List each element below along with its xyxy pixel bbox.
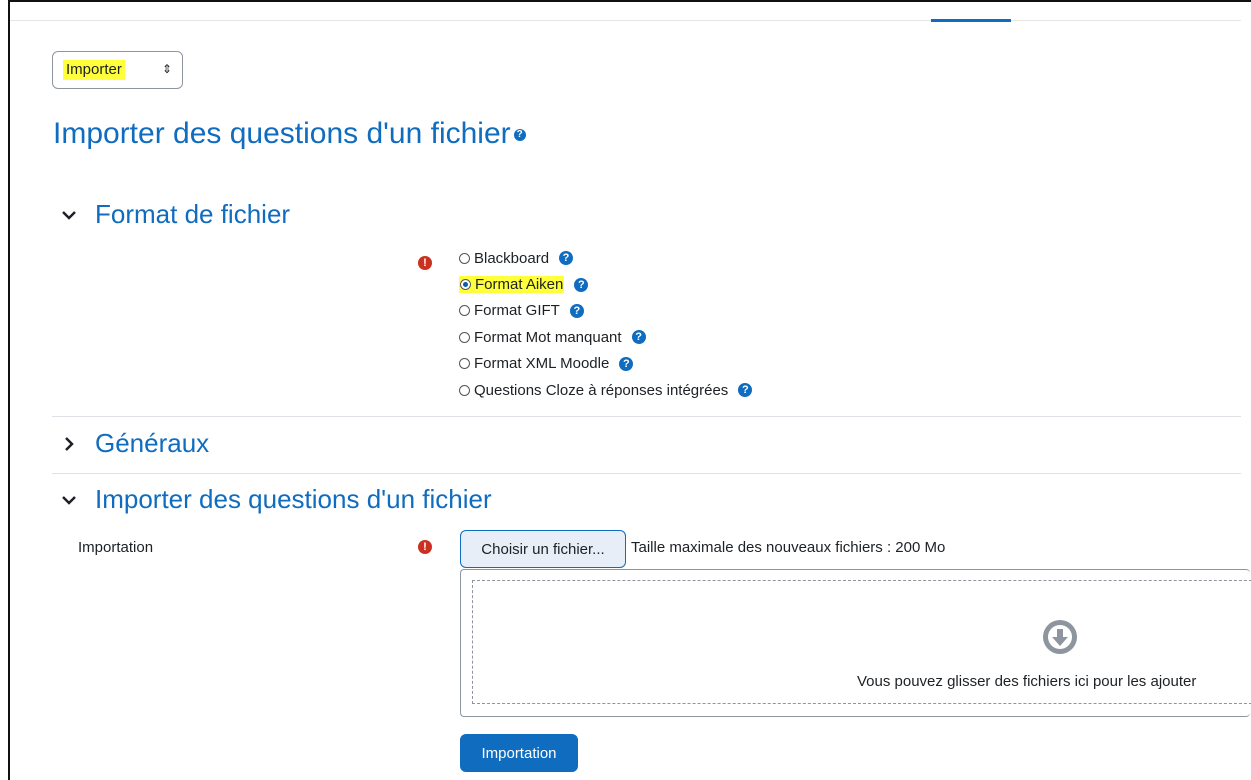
required-icon: ! <box>418 256 432 270</box>
help-icon[interactable]: ? <box>631 330 646 345</box>
action-select[interactable]: Importer ⇕ <box>52 51 183 89</box>
radio-highlight: Format Aiken <box>459 276 565 294</box>
section-title: Importer des questions d'un fichier <box>95 484 492 514</box>
radio-label: Blackboard <box>474 249 550 267</box>
choose-file-button[interactable]: Choisir un fichier... <box>460 530 626 568</box>
format-radio-group: Blackboard ? Format Aiken ? Format GIFT … <box>459 245 753 403</box>
file-dropzone[interactable]: Vous pouvez glisser des fichiers ici pou… <box>460 569 1251 717</box>
radio-label: Format XML Moodle <box>474 355 610 373</box>
chevron-down-icon <box>62 211 76 220</box>
radio-option[interactable]: Blackboard ? <box>459 245 752 271</box>
help-icon[interactable]: ? <box>574 277 589 292</box>
download-icon <box>1043 620 1077 654</box>
section-title: Format de fichier <box>95 199 291 229</box>
active-tab-indicator <box>931 19 1011 22</box>
radio-label: Format Aiken <box>475 276 564 294</box>
help-icon[interactable]: ? <box>619 356 634 371</box>
action-select-value: Importer <box>63 60 125 80</box>
radio-button[interactable] <box>459 252 470 264</box>
required-icon: ! <box>418 540 432 554</box>
help-icon[interactable]: ? <box>738 383 753 398</box>
radio-button[interactable] <box>459 384 470 396</box>
import-submit-button[interactable]: Importation <box>460 734 578 772</box>
radio-option[interactable]: Format XML Moodle ? <box>459 351 752 377</box>
radio-button[interactable] <box>459 331 470 343</box>
chevron-down-icon <box>62 496 76 505</box>
radio-label: Format Mot manquant <box>474 328 622 346</box>
import-field-label: Importation <box>78 539 154 556</box>
section-divider <box>52 473 1241 474</box>
radio-option[interactable]: Questions Cloze à réponses intégrées ? <box>459 377 753 403</box>
radio-button[interactable] <box>460 279 471 291</box>
section-title: Généraux <box>95 428 210 458</box>
radio-button[interactable] <box>459 358 470 370</box>
select-caret-icon: ⇕ <box>162 62 173 76</box>
radio-label: Questions Cloze à réponses intégrées <box>474 381 729 399</box>
radio-button[interactable] <box>459 305 470 317</box>
chevron-right-icon <box>65 437 74 451</box>
radio-label: Format GIFT <box>474 302 560 320</box>
help-icon[interactable]: ? <box>569 303 584 318</box>
dropzone-text: Vous pouvez glisser des fichiers ici pou… <box>857 673 1197 690</box>
radio-option[interactable]: Format Mot manquant ? <box>459 324 752 350</box>
page-title: Importer des questions d'un fichier? <box>53 114 526 154</box>
radio-option[interactable]: Format Aiken ? <box>459 271 752 297</box>
top-divider <box>10 20 1241 21</box>
dropzone-area[interactable]: Vous pouvez glisser des fichiers ici pou… <box>472 580 1251 704</box>
help-icon[interactable]: ? <box>559 251 574 266</box>
help-icon[interactable]: ? <box>513 129 526 142</box>
section-divider <box>52 416 1241 417</box>
page-title-text: Importer des questions d'un fichier <box>53 117 511 150</box>
radio-option[interactable]: Format GIFT ? <box>459 298 752 324</box>
max-file-size: Taille maximale des nouveaux fichiers : … <box>631 539 946 556</box>
